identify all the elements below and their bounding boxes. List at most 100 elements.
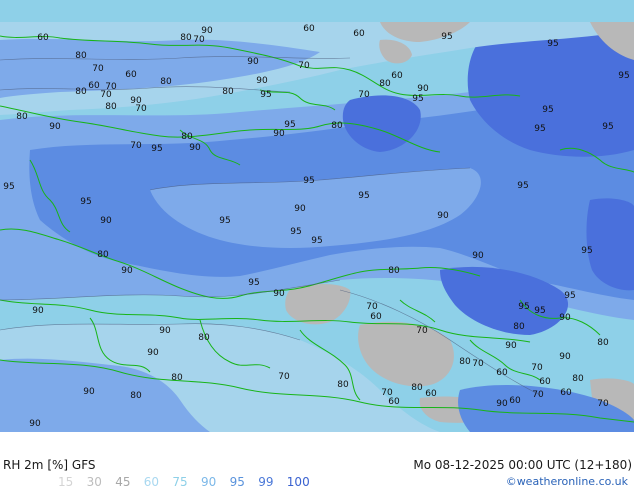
contour-label: 90 [273, 289, 285, 299]
contour-label: 90 [273, 129, 285, 139]
contour-label: 70 [366, 302, 378, 312]
contour-label: 95 [151, 144, 162, 154]
contour-label: 70 [193, 35, 205, 45]
contour-label: 60 [125, 70, 137, 80]
contour-label: 80 [331, 121, 343, 131]
valid-time: Mo 08-12-2025 00:00 UTC (12+180) [413, 458, 632, 472]
legend-entry: 100 [286, 475, 310, 489]
contour-label: 90 [29, 419, 41, 429]
contour-label: 90 [472, 251, 484, 261]
contour-label: 90 [83, 387, 95, 397]
contour-label: 80 [388, 266, 400, 276]
contour-label: 95 [290, 227, 301, 237]
contour-label: 95 [284, 120, 295, 130]
contour-label: 95 [441, 32, 452, 42]
contour-label: 80 [97, 250, 109, 260]
contour-label: 95 [80, 197, 91, 207]
contour-label: 60 [425, 389, 437, 399]
contour-label: 70 [532, 390, 544, 400]
contour-label: 80 [16, 112, 28, 122]
contour-label: 80 [130, 391, 142, 401]
legend-entry: 95 [229, 475, 245, 489]
contour-label: 60 [560, 388, 572, 398]
contour-label: 95 [311, 236, 322, 246]
contour-label: 90 [100, 216, 112, 226]
contour-label: 95 [581, 246, 592, 256]
footer: RH 2m [%] GFS Mo 08-12-2025 00:00 UTC (1… [0, 432, 634, 490]
contour-label: 70 [597, 399, 609, 409]
contour-label: 90 [559, 313, 571, 323]
contour-label: 95 [602, 122, 613, 132]
legend-entry: 45 [115, 475, 131, 489]
contour-label: 80 [337, 380, 349, 390]
contour-label: 90 [505, 341, 517, 351]
contour-label: 80 [222, 87, 234, 97]
contour-label: 60 [539, 377, 551, 387]
contour-label: 90 [294, 204, 306, 214]
contour-label: 60 [303, 24, 315, 34]
contour-label: 95 [534, 124, 545, 134]
contour-label: 95 [542, 105, 553, 115]
contour-label: 95 [260, 90, 271, 100]
contour-label: 95 [517, 181, 528, 191]
contour-label: 95 [564, 291, 575, 301]
legend-entry: 99 [258, 475, 274, 489]
contour-label: 60 [496, 368, 508, 378]
contour-label: 80 [181, 132, 193, 142]
contour-label: 80 [597, 338, 609, 348]
contour-label: 60 [353, 29, 365, 39]
contour-label: 80 [75, 87, 87, 97]
contour-label: 80 [180, 33, 192, 43]
credit-link[interactable]: ©weatheronline.co.uk [506, 475, 628, 488]
contour-label: 60 [88, 81, 100, 91]
contour-label: 95 [219, 216, 230, 226]
contour-label: 90 [496, 399, 508, 409]
contour-label: 70 [278, 372, 290, 382]
contour-label: 70 [416, 326, 428, 336]
contour-label: 60 [37, 33, 49, 43]
contour-label: 70 [130, 141, 142, 151]
contour-label: 95 [534, 306, 545, 316]
contour-label: 95 [547, 39, 558, 49]
contour-label: 80 [459, 357, 471, 367]
contour-label: 90 [32, 306, 44, 316]
contour-label: 70 [298, 61, 310, 71]
contour-label: 70 [358, 90, 370, 100]
contour-label: 80 [160, 77, 172, 87]
legend-entry: 30 [86, 475, 102, 489]
contour-label: 70 [100, 90, 112, 100]
contour-label: 90 [247, 57, 259, 67]
contour-label: 95 [618, 71, 629, 81]
contour-label: 70 [531, 363, 543, 373]
legend-entry: 90 [201, 475, 217, 489]
map-title: RH 2m [%] GFS [3, 458, 96, 472]
contour-label: 90 [417, 84, 429, 94]
contour-label: 95 [248, 278, 259, 288]
contour-label: 80 [171, 373, 183, 383]
contour-label: 95 [518, 302, 529, 312]
contour-label: 90 [147, 348, 159, 358]
legend-entry: 60 [143, 475, 160, 489]
contour-label: 90 [437, 211, 449, 221]
contour-label: 90 [121, 266, 133, 276]
contour-label: 90 [559, 352, 571, 362]
legend-entry: 75 [172, 475, 188, 489]
contour-label: 70 [92, 64, 104, 74]
contour-label: 80 [513, 322, 525, 332]
legend-entry: 15 [58, 475, 74, 489]
contour-label: 95 [3, 182, 14, 192]
contour-label: 95 [303, 176, 314, 186]
contour-label: 80 [379, 79, 391, 89]
contour-label: 70 [135, 104, 147, 114]
contour-label: 60 [509, 396, 521, 406]
contour-label: 80 [411, 383, 423, 393]
contour-label: 90 [49, 122, 61, 132]
contour-label: 90 [189, 143, 201, 153]
contour-label: 80 [572, 374, 584, 384]
contour-label: 80 [198, 333, 210, 343]
contour-label: 60 [391, 71, 403, 81]
contour-label: 95 [358, 191, 369, 201]
contour-label: 70 [472, 359, 484, 369]
humidity-map[interactable]: 60 90 80 70 60 60 95 95 80 90 70 70 60 60 80 90 80 95 60 70… [0, 0, 634, 432]
map-canvas: 609080 7060 60 95958090 707060 6080 90 809560 70… [0, 0, 634, 432]
